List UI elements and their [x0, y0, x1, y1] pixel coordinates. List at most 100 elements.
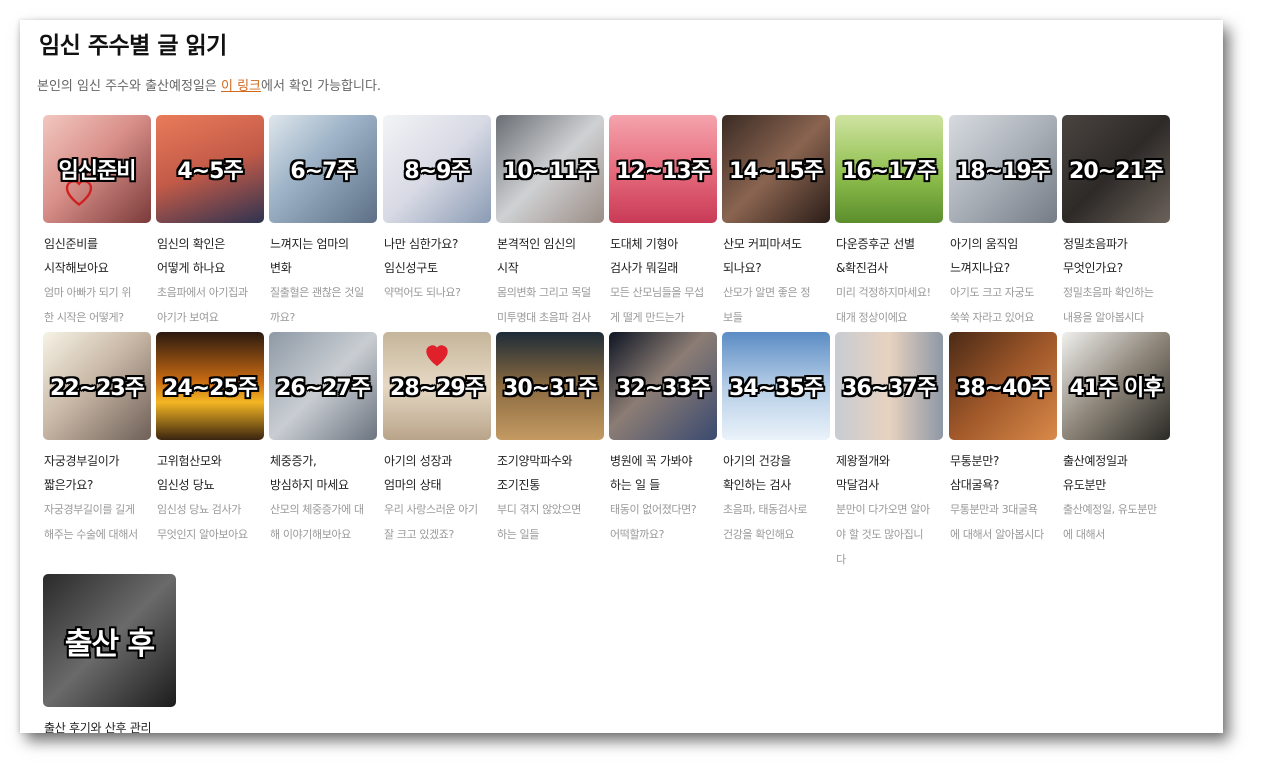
- page-title: 임신 주수별 글 읽기: [39, 33, 227, 59]
- article-thumbnail[interactable]: 38~40주: [949, 332, 1057, 440]
- article-card[interactable]: 24~25주 고위험산모와 임신성 당뇨 임신성 당뇨 검사가 무엇인지 알아보아요: [156, 332, 268, 547]
- article-card[interactable]: 임신준비임신준비를 시작해보아요엄마 아빠가 되기 위 한 시작은 어떻게?: [43, 115, 155, 330]
- article-description: 약먹어도 되나요?: [384, 286, 461, 299]
- week-label: 26~27주: [276, 376, 371, 401]
- article-thumbnail[interactable]: 34~35주: [722, 332, 830, 440]
- week-label: 18~19주: [956, 159, 1051, 184]
- article-title[interactable]: 임신준비를 시작해보아요: [43, 232, 155, 280]
- article-title[interactable]: 정밀초음파가 무엇인가요?: [1062, 232, 1174, 280]
- week-label: 임신준비: [58, 159, 137, 184]
- article-thumbnail[interactable]: 10~11주: [496, 115, 604, 223]
- article-thumbnail[interactable]: 18~19주: [949, 115, 1057, 223]
- article-description: 산모의 체중증가에 대 해 이야기해보아요: [270, 503, 364, 541]
- article-card[interactable]: 14~15주 산모 커피마셔도 되나요? 산모가 알면 좋은 정 보들: [722, 115, 834, 330]
- week-label: 36~37주: [842, 376, 937, 401]
- article-title[interactable]: 고위험산모와 임신성 당뇨: [156, 449, 268, 497]
- article-card[interactable]: 18~19주아기의 움직임 느껴지나요? 아기도 크고 자궁도 쑥쑥 자라고 있어…: [949, 115, 1061, 330]
- intro-text: 본인의 임신 주수와 출산예정일은 이 링크에서 확인 가능합니다.: [37, 75, 381, 94]
- article-thumbnail[interactable]: 12~13주: [609, 115, 717, 223]
- article-title[interactable]: 임신의 확인은 어떻게 하나요: [156, 232, 268, 280]
- article-thumbnail[interactable]: 32~33주: [609, 332, 717, 440]
- article-card[interactable]: 20~21주 정밀초음파가 무엇인가요? 정밀초음파 확인하는 내용을 알아봅시다: [1062, 115, 1174, 330]
- intro-prefix: 본인의 임신 주수와 출산예정일은: [37, 79, 221, 94]
- article-thumbnail[interactable]: 24~25주: [156, 332, 264, 440]
- article-card[interactable]: 26~27주체중증가, 방심하지 마세요산모의 체중증가에 대 해 이야기해보아…: [269, 332, 381, 547]
- week-label: 30~31주: [503, 376, 598, 401]
- article-thumbnail[interactable]: 26~27주: [269, 332, 377, 440]
- article-title[interactable]: 체중증가, 방심하지 마세요: [269, 449, 381, 497]
- article-title[interactable]: 도대체 기형아 검사가 뭐길래: [609, 232, 721, 280]
- article-title[interactable]: 산모 커피마셔도 되나요?: [722, 232, 834, 280]
- article-thumbnail[interactable]: 16~17주: [835, 115, 943, 223]
- article-thumbnail[interactable]: 41주 이후: [1062, 332, 1170, 440]
- article-title[interactable]: 제왕절개와 막달검사: [835, 449, 947, 497]
- intro-suffix: 에서 확인 가능합니다.: [261, 79, 382, 94]
- article-card[interactable]: 28~29주아기의 성장과 엄마의 상태우리 사랑스러운 아기 잘 크고 있겠죠…: [383, 332, 495, 547]
- article-thumbnail[interactable]: 14~15주: [722, 115, 830, 223]
- article-title[interactable]: 아기의 성장과 엄마의 상태: [383, 449, 495, 497]
- article-thumbnail[interactable]: 36~37주: [835, 332, 943, 440]
- article-description: 분만이 다가오면 알아 야 할 것도 많아집니 다: [836, 503, 930, 566]
- article-thumbnail[interactable]: 8~9주: [383, 115, 491, 223]
- article-title[interactable]: 아기의 건강을 확인하는 검사: [722, 449, 834, 497]
- article-thumbnail[interactable]: 6~7주: [269, 115, 377, 223]
- article-card[interactable]: 41주 이후출산예정일과 유도분만출산예정일, 유도분만 에 대해서: [1062, 332, 1174, 547]
- article-description: 몸의변화 그리고 목덜 미투명대 초음파 검사: [497, 286, 591, 324]
- article-title[interactable]: 본격적인 임신의 시작: [496, 232, 608, 280]
- article-card[interactable]: 8~9주나만 심한가요? 임신성구토약먹어도 되나요?: [383, 115, 495, 305]
- week-label: 출산 후: [64, 626, 155, 662]
- article-description: 미리 걱정하지마세요! 대개 정상이에요: [836, 286, 931, 324]
- article-description: 질출혈은 괜찮은 것일 까요?: [270, 286, 364, 324]
- article-card[interactable]: 출산 후출산 후기와 산후 관리: [43, 574, 223, 733]
- article-thumbnail[interactable]: 출산 후: [43, 574, 176, 707]
- article-title[interactable]: 나만 심한가요? 임신성구토: [383, 232, 495, 280]
- article-card[interactable]: 30~31주조기양막파수와 조기진통부디 겪지 않았으면 하는 일들: [496, 332, 608, 547]
- article-title[interactable]: 다운증후군 선별 &확진검사: [835, 232, 947, 280]
- article-title[interactable]: 병원에 꼭 가봐야 하는 일 들: [609, 449, 721, 497]
- article-card[interactable]: 6~7주느껴지는 엄마의 변화질출혈은 괜찮은 것일 까요?: [269, 115, 381, 330]
- article-description: 출산예정일, 유도분만 에 대해서: [1063, 503, 1157, 541]
- article-card[interactable]: 22~23주자궁경부길이가 짧은가요? 자궁경부길이를 길게 해주는 수술에 대해…: [43, 332, 155, 547]
- article-description: 자궁경부길이를 길게 해주는 수술에 대해서: [44, 503, 138, 541]
- article-thumbnail[interactable]: 20~21주: [1062, 115, 1170, 223]
- article-description: 태동이 없어졌다면? 어떡할까요?: [610, 503, 697, 541]
- article-description: 아기도 크고 자궁도 쑥쑥 자라고 있어요: [950, 286, 1034, 324]
- date-calculator-link[interactable]: 이 링크: [221, 79, 261, 94]
- article-thumbnail[interactable]: 30~31주: [496, 332, 604, 440]
- article-card[interactable]: 38~40주 무통분만? 삼대굴욕? 무통분만과 3대굴욕 에 대해서 알아봅시다: [949, 332, 1061, 547]
- article-title[interactable]: 아기의 움직임 느껴지나요?: [949, 232, 1061, 280]
- week-label: 32~33주: [616, 376, 711, 401]
- week-label: 24~25주: [163, 376, 258, 401]
- article-title[interactable]: 느껴지는 엄마의 변화: [269, 232, 381, 280]
- week-label: 38~40주: [956, 376, 1051, 401]
- article-thumbnail[interactable]: 4~5주: [156, 115, 264, 223]
- article-thumbnail[interactable]: 28~29주: [383, 332, 491, 440]
- week-label: 28~29주: [390, 376, 485, 401]
- week-label: 41주 이후: [1069, 376, 1164, 401]
- article-description: 부디 겪지 않았으면 하는 일들: [497, 503, 581, 541]
- article-title[interactable]: 조기양막파수와 조기진통: [496, 449, 608, 497]
- article-thumbnail[interactable]: 임신준비: [43, 115, 151, 223]
- article-card[interactable]: 34~35주 아기의 건강을 확인하는 검사 초음파, 태동검사로 건강을 확인해요: [722, 332, 834, 547]
- article-card[interactable]: 4~5주임신의 확인은 어떻게 하나요초음파에서 아기집과 아기가 보여요: [156, 115, 268, 330]
- week-label: 8~9주: [404, 159, 470, 184]
- week-label: 6~7주: [290, 159, 356, 184]
- week-label: 12~13주: [616, 159, 711, 184]
- article-card[interactable]: 36~37주제왕절개와 막달검사분만이 다가오면 알아 야 할 것도 많아집니 …: [835, 332, 947, 572]
- article-card[interactable]: 12~13주도대체 기형아 검사가 뭐길래모든 산모님들을 무섭 게 떨게 만드…: [609, 115, 721, 330]
- week-label: 14~15주: [729, 159, 824, 184]
- heart-icon: [426, 345, 448, 366]
- article-card[interactable]: 10~11주본격적인 임신의 시작몸의변화 그리고 목덜 미투명대 초음파 검사: [496, 115, 608, 330]
- article-description: 우리 사랑스러운 아기 잘 크고 있겠죠?: [384, 503, 478, 541]
- article-title[interactable]: 출산 후기와 산후 관리: [43, 716, 223, 733]
- article-title[interactable]: 무통분만? 삼대굴욕?: [949, 449, 1061, 497]
- article-card[interactable]: 16~17주다운증후군 선별 &확진검사미리 걱정하지마세요! 대개 정상이에요: [835, 115, 947, 330]
- article-thumbnail[interactable]: 22~23주: [43, 332, 151, 440]
- article-title[interactable]: 자궁경부길이가 짧은가요?: [43, 449, 155, 497]
- article-description: 초음파에서 아기집과 아기가 보여요: [157, 286, 248, 324]
- main-panel: 임신 주수별 글 읽기 본인의 임신 주수와 출산예정일은 이 링크에서 확인 …: [20, 20, 1223, 733]
- article-description: 엄마 아빠가 되기 위 한 시작은 어떻게?: [44, 286, 132, 324]
- article-description: 모든 산모님들을 무섭 게 떨게 만드는가: [610, 286, 704, 324]
- article-card[interactable]: 32~33주병원에 꼭 가봐야 하는 일 들태동이 없어졌다면? 어떡할까요?: [609, 332, 721, 547]
- article-title[interactable]: 출산예정일과 유도분만: [1062, 449, 1174, 497]
